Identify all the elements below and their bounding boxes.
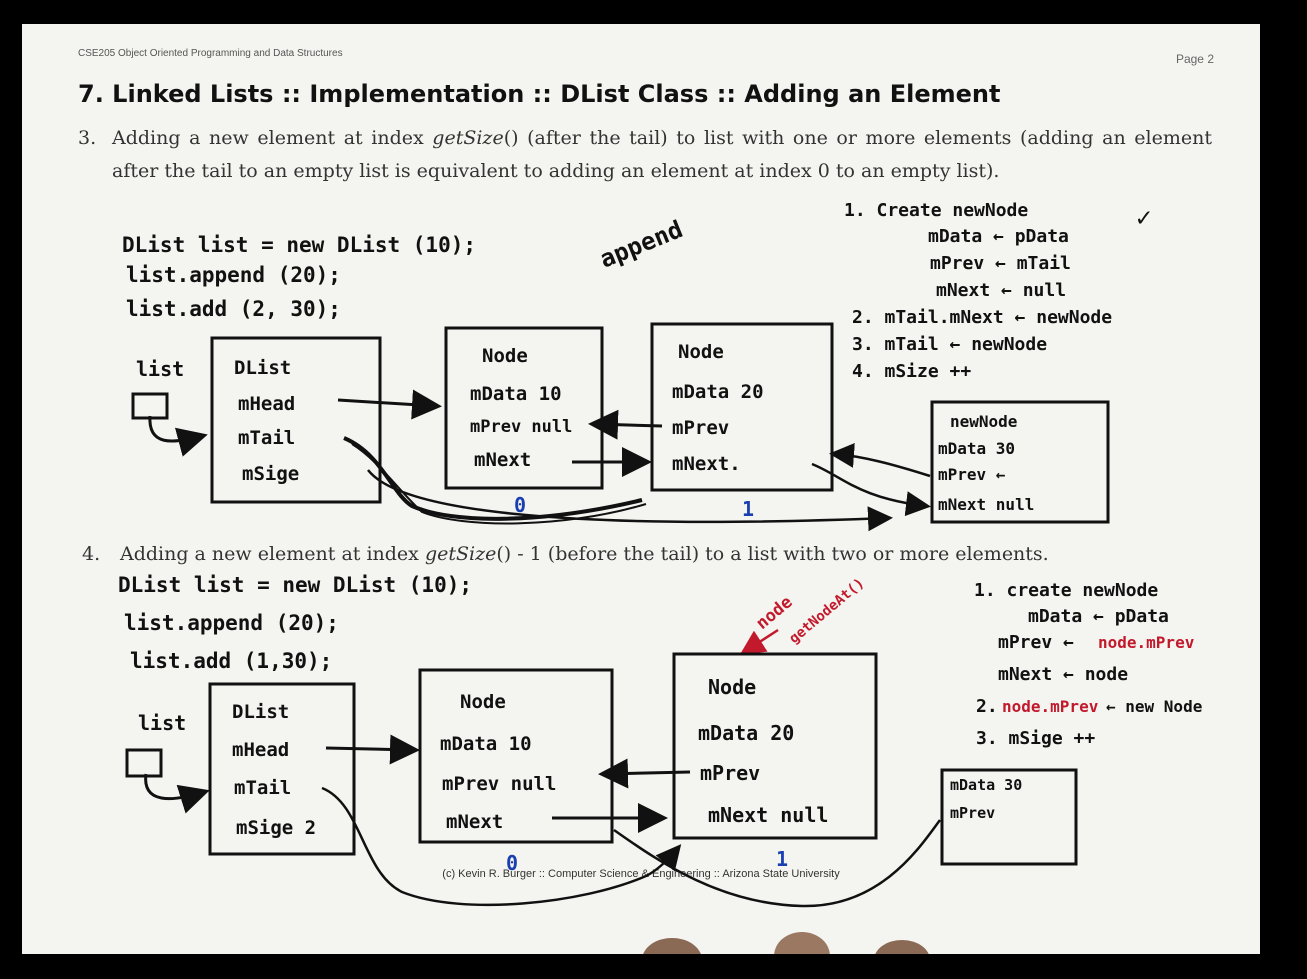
svg-text:4. mSize ++: 4. mSize ++ (852, 361, 971, 382)
svg-text:Node: Node (678, 341, 724, 363)
svg-text:mPrev ←: mPrev ← (998, 632, 1074, 653)
svg-text:mPrev: mPrev (950, 804, 995, 822)
svg-text:mPrev: mPrev (672, 417, 729, 439)
check-mark: ✓ (1136, 203, 1152, 233)
svg-text:3. mTail ← newNode: 3. mTail ← newNode (852, 334, 1047, 355)
svg-text:1. Create newNode: 1. Create newNode (844, 200, 1028, 221)
steps-2: 1. create newNode mData ← pData mPrev ← … (974, 580, 1202, 749)
svg-text:DList list = new DList (10);: DList list = new DList (10); (118, 573, 472, 597)
svg-text:Node: Node (708, 675, 756, 699)
lecture-slide-page: CSE205 Object Oriented Programming and D… (22, 24, 1260, 954)
svg-text:2. mTail.mNext ← newNode: 2. mTail.mNext ← newNode (852, 307, 1112, 328)
svg-text:mData 20: mData 20 (672, 381, 764, 403)
code1-line2: list.append (20); (126, 263, 341, 287)
svg-text:mTail: mTail (234, 777, 291, 799)
code1-line3: list.add (2, 30); (126, 297, 341, 321)
svg-text:mPrev null: mPrev null (470, 417, 572, 437)
red-getnodeat-note: getNodeAt() (786, 575, 867, 647)
svg-text:mNext: mNext (474, 449, 531, 471)
svg-text:mPrev ←: mPrev ← (938, 465, 1006, 484)
list-label-1: list (136, 357, 184, 381)
steps-1: 1. Create newNode mData ← pData mPrev ← … (844, 200, 1112, 382)
presenter-fingers (643, 932, 929, 954)
svg-text:mNext null: mNext null (938, 495, 1034, 514)
index-1-d: 1 (776, 847, 788, 871)
svg-text:mData 30: mData 30 (938, 439, 1015, 458)
svg-text:mNext.: mNext. (672, 453, 741, 475)
svg-text:list.add (1,30);: list.add (1,30); (130, 649, 332, 673)
svg-text:mNext ← null: mNext ← null (936, 280, 1066, 301)
svg-text:mData 20: mData 20 (698, 721, 794, 745)
svg-text:mData 10: mData 10 (470, 383, 562, 405)
svg-text:mTail: mTail (238, 427, 295, 449)
svg-text:node.mPrev: node.mPrev (1098, 633, 1195, 652)
svg-text:DList: DList (232, 701, 289, 723)
list-label-2: list (138, 711, 186, 735)
svg-text:mSige: mSige (242, 463, 299, 485)
code1-line1: DList list = new DList (10); (122, 233, 476, 257)
svg-text:node.mPrev: node.mPrev (1002, 697, 1099, 716)
svg-text:mNext ← node: mNext ← node (998, 664, 1128, 685)
svg-text:mHead: mHead (232, 739, 289, 761)
svg-text:mPrev ← mTail: mPrev ← mTail (930, 253, 1071, 274)
code-block-2: DList list = new DList (10); list.append… (118, 573, 472, 673)
index-0-c: 0 (506, 851, 518, 875)
svg-text:mData ← pData: mData ← pData (1028, 606, 1169, 627)
svg-text:mSige 2: mSige 2 (236, 817, 316, 839)
svg-text:mPrev: mPrev (700, 761, 760, 785)
handwritten-annotations: DList list = new DList (10); list.append… (118, 200, 1202, 908)
index-1-b: 1 (742, 497, 754, 521)
svg-text:3. mSige ++: 3. mSige ++ (976, 728, 1095, 749)
svg-text:mData 10: mData 10 (440, 733, 532, 755)
append-note: append (596, 215, 687, 273)
red-node-note: node (752, 592, 796, 634)
svg-text:mData ← pData: mData ← pData (928, 226, 1069, 247)
svg-text:mNext: mNext (446, 811, 503, 833)
svg-text:mNext null: mNext null (708, 803, 828, 827)
svg-text:Node: Node (482, 345, 528, 367)
svg-text:newNode: newNode (950, 412, 1017, 431)
svg-text:mHead: mHead (238, 393, 295, 415)
svg-text:1. create newNode: 1. create newNode (974, 580, 1158, 601)
svg-text:mData 30: mData 30 (950, 776, 1022, 794)
svg-text:2.: 2. (976, 696, 998, 717)
svg-text:list.append (20);: list.append (20); (124, 611, 339, 635)
svg-text:Node: Node (460, 691, 506, 713)
svg-text:DList: DList (234, 357, 291, 379)
code-block-1: DList list = new DList (10); list.append… (122, 233, 476, 321)
svg-text:← new Node: ← new Node (1106, 697, 1202, 716)
svg-text:mPrev null: mPrev null (442, 773, 556, 795)
